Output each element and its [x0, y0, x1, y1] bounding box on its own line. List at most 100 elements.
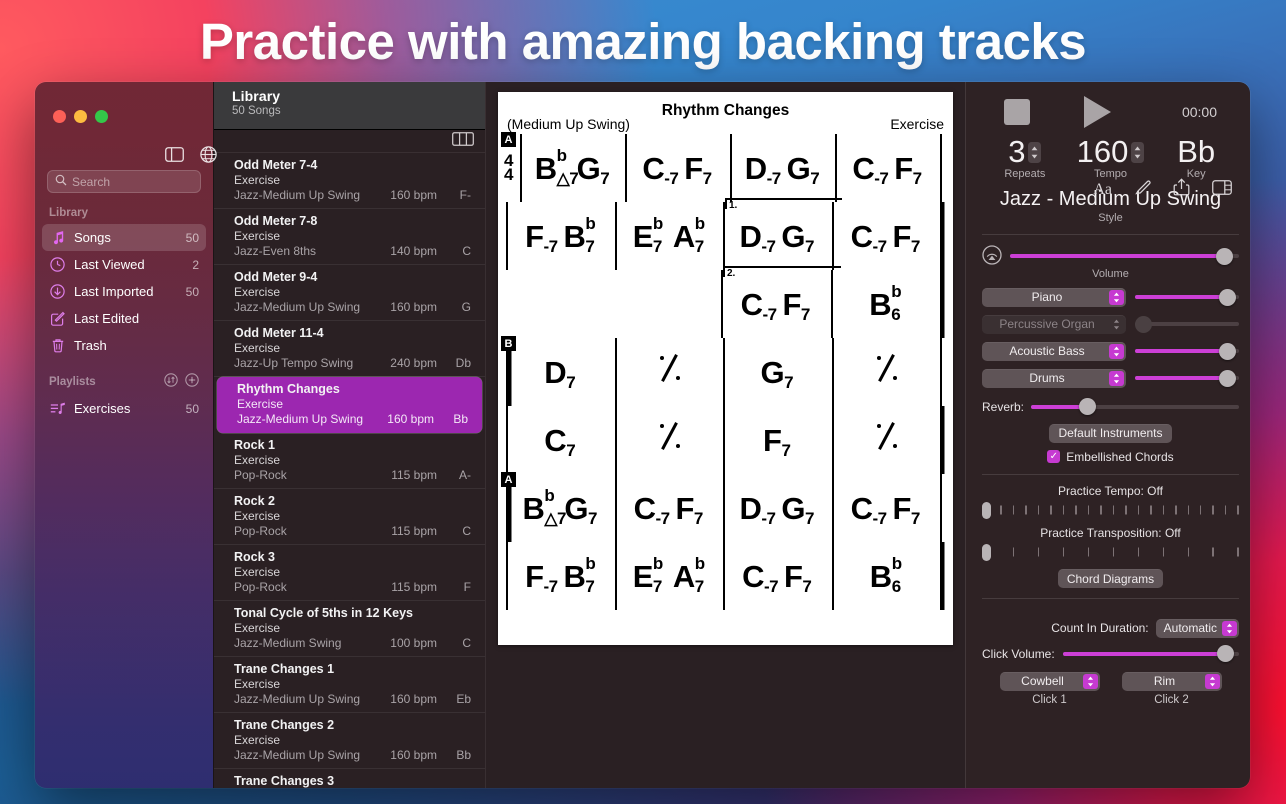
close-button[interactable] — [53, 109, 66, 123]
click-volume-slider[interactable] — [1062, 645, 1239, 663]
measure: C -7 F 7 — [625, 134, 730, 202]
lead-sheet[interactable]: Rhythm Changes (Medium Up Swing) Exercis… — [498, 92, 953, 645]
count-in-popup[interactable]: Automatic — [1155, 618, 1239, 638]
click1-popup[interactable]: Cowbell — [999, 671, 1100, 691]
text-format-icon[interactable]: Aa — [1093, 181, 1112, 199]
airplay-icon[interactable] — [982, 244, 1002, 268]
chord-symbol: F -7 — [525, 558, 558, 596]
default-instruments-button[interactable]: Default Instruments — [1049, 423, 1172, 443]
song-list-item[interactable]: Trane Changes 2 Exercise Jazz-Medium Up Sw… — [214, 713, 485, 769]
song-list-item[interactable]: Odd Meter 7-8 Exercise Jazz-Even 8ths 140 b… — [214, 209, 485, 265]
pencil-icon[interactable] — [1134, 179, 1151, 201]
minimize-button[interactable] — [74, 109, 87, 123]
song-list-item[interactable]: Trane Changes 1 Exercise Jazz-Medium Up Sw… — [214, 657, 485, 713]
sidebar-item-trash[interactable]: Trash — [42, 332, 206, 359]
chord-symbol: Bb7 — [563, 553, 596, 596]
instrument-volume-slider[interactable] — [1135, 315, 1239, 333]
repeats-stepper-arrows[interactable] — [1028, 141, 1042, 163]
master-volume-slider[interactable] — [1010, 247, 1239, 265]
sidebar-item-last-viewed[interactable]: Last Viewed 2 — [42, 251, 206, 278]
song-key: Bb — [456, 748, 471, 762]
song-list-item[interactable]: Odd Meter 11-4 Exercise Jazz-Up Tempo Swin… — [214, 321, 485, 377]
stop-button[interactable] — [1004, 99, 1030, 125]
sidebar-item-last-imported[interactable]: Last Imported 50 — [42, 278, 206, 305]
slider-knob[interactable] — [1219, 288, 1237, 306]
song-type: Exercise — [234, 733, 281, 747]
slider-knob[interactable] — [1215, 247, 1233, 265]
search-box[interactable] — [47, 170, 201, 193]
share-icon[interactable] — [1173, 178, 1190, 201]
song-tempo: 115 bpm — [391, 468, 437, 482]
slider-knob[interactable] — [1216, 645, 1234, 662]
sort-playlists-icon[interactable] — [164, 373, 178, 390]
slider-knob[interactable] — [1078, 398, 1096, 415]
inspector-toggle-icon[interactable] — [1212, 179, 1232, 200]
key-display[interactable]: Bb Key — [1153, 135, 1239, 181]
column-view-icon[interactable] — [452, 131, 474, 151]
chevron-updown-icon — [1082, 673, 1098, 689]
slider-knob[interactable] — [1219, 342, 1237, 360]
song-list[interactable]: Odd Meter 7-4 Exercise Jazz-Medium Up Swin… — [214, 153, 485, 788]
measure: F -7 Bb 7 — [506, 202, 615, 270]
barline — [940, 542, 947, 610]
chord-diagrams-button[interactable]: Chord Diagrams — [1057, 569, 1164, 588]
song-name: Odd Meter 11-4 — [234, 326, 324, 340]
slider-knob[interactable] — [1135, 315, 1152, 333]
click2-popup[interactable]: Rim — [1121, 671, 1222, 691]
sidebar-item-label: Last Edited — [74, 311, 140, 326]
embellished-chords-row[interactable]: ✓ Embellished Chords — [982, 450, 1239, 464]
add-playlist-icon[interactable] — [185, 373, 199, 390]
slider-knob[interactable] — [982, 544, 991, 561]
sidebar-item-songs[interactable]: Songs 50 — [42, 224, 206, 251]
chord-accidental: b — [652, 553, 663, 573]
instrument-popup[interactable]: Piano — [982, 287, 1126, 307]
tick-mark — [1112, 547, 1115, 557]
song-name: Rhythm Changes — [237, 382, 340, 396]
practice-tempo-label: Practice Tempo: Off — [1058, 484, 1163, 498]
repeats-stepper[interactable]: 3 Repeats — [982, 135, 1068, 181]
instrument-popup[interactable]: Acoustic Bass — [982, 341, 1126, 361]
practice-tempo-slider[interactable] — [982, 501, 1239, 519]
song-list-item[interactable]: Rock 3 Exercise Pop-Rock 115 bpm F — [214, 545, 485, 601]
song-name: Rock 2 — [234, 494, 275, 508]
instrument-popup[interactable]: Percussive Organ — [982, 314, 1126, 334]
reverb-slider[interactable] — [1031, 398, 1239, 416]
chord-quality: -7 — [874, 168, 889, 188]
song-list-item[interactable]: Rhythm Changes Exercise Jazz-Medium Up Swi… — [217, 377, 482, 433]
instrument-popup[interactable]: Drums — [982, 368, 1126, 388]
instrument-volume-slider[interactable] — [1135, 369, 1239, 387]
song-tempo: 160 bpm — [390, 748, 437, 762]
sidebar-toggle-icon[interactable] — [165, 147, 184, 167]
tick-mark — [1062, 505, 1065, 515]
song-list-item[interactable]: Tonal Cycle of 5ths in 12 Keys Exercise Ja… — [214, 601, 485, 657]
song-list-item[interactable]: Rock 1 Exercise Pop-Rock 115 bpm A- — [214, 433, 485, 489]
chord-quality: 7 — [910, 508, 920, 528]
sidebar-item-last-edited[interactable]: Last Edited — [42, 305, 206, 332]
zoom-button[interactable] — [95, 109, 108, 123]
song-style: Jazz-Up Tempo Swing — [234, 356, 354, 370]
slider-knob[interactable] — [982, 502, 991, 519]
instrument-volume-slider[interactable] — [1135, 288, 1239, 306]
song-list-item[interactable]: Trane Changes 3 — [214, 769, 485, 788]
score-system: A Bb △7 G 7 C -7 F 7 D -7 G 7 C -7 F 7 — [498, 472, 953, 542]
song-key: C — [462, 524, 471, 538]
chord-quality: 7 — [566, 440, 576, 460]
tempo-stepper[interactable]: 160 Tempo — [1068, 135, 1154, 180]
practice-transposition-slider[interactable] — [982, 543, 1239, 561]
play-button[interactable] — [1084, 96, 1111, 128]
chord-quality: 7 — [805, 236, 814, 256]
tick-mark — [1187, 547, 1189, 557]
globe-icon[interactable] — [200, 146, 217, 168]
search-input[interactable] — [72, 174, 193, 189]
song-list-item[interactable]: Odd Meter 9-4 Exercise Jazz-Medium Up Swin… — [214, 265, 485, 321]
instrument-volume-slider[interactable] — [1135, 342, 1239, 360]
song-list-item[interactable]: Rock 2 Exercise Pop-Rock 115 bpm C — [214, 489, 485, 545]
slider-knob[interactable] — [1219, 369, 1237, 387]
song-tempo: 115 bpm — [391, 580, 437, 594]
song-meta: Pop-Rock 115 bpm C — [234, 524, 471, 539]
sidebar-item-exercises[interactable]: Exercises 50 — [42, 395, 206, 422]
song-style: Jazz-Medium Up Swing — [237, 412, 364, 426]
embellished-chords-checkbox[interactable]: ✓ — [1047, 450, 1061, 463]
chord-quality: 7 — [784, 372, 794, 392]
tempo-stepper-arrows[interactable] — [1131, 141, 1145, 163]
